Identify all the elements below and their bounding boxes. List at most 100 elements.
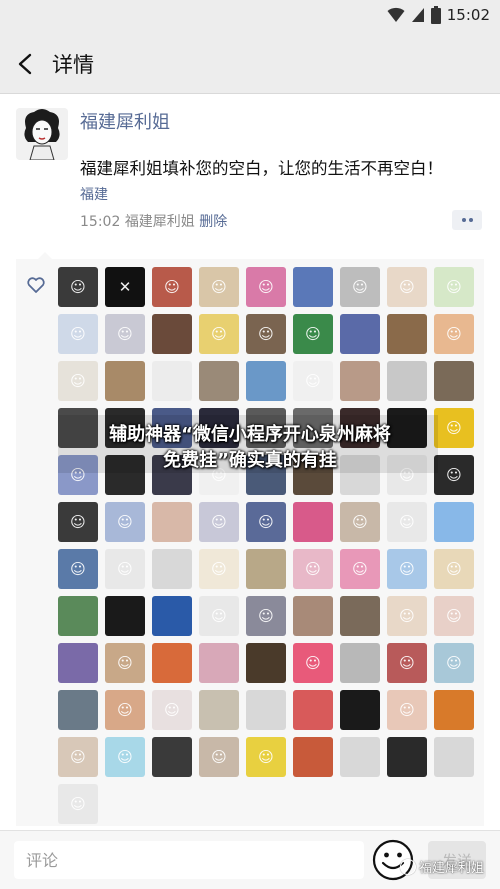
liker-avatar[interactable] bbox=[58, 643, 98, 683]
liker-avatar[interactable] bbox=[340, 737, 380, 777]
liker-avatar[interactable] bbox=[152, 737, 192, 777]
liker-avatar[interactable] bbox=[293, 596, 333, 636]
liker-avatar[interactable] bbox=[199, 361, 239, 401]
liker-avatar[interactable] bbox=[434, 361, 474, 401]
liker-avatar[interactable]: ☺ bbox=[293, 314, 333, 354]
liker-avatar[interactable]: ☺ bbox=[340, 502, 380, 542]
liker-avatar[interactable]: ☺ bbox=[105, 643, 145, 683]
liker-avatar[interactable]: ☺ bbox=[199, 267, 239, 307]
liker-avatar[interactable]: ☺ bbox=[434, 549, 474, 589]
avatar-image-icon: ☺ bbox=[211, 748, 227, 766]
liker-avatar[interactable]: ☺ bbox=[434, 643, 474, 683]
liker-avatar[interactable] bbox=[293, 502, 333, 542]
avatar-image-icon: ☺ bbox=[117, 560, 133, 578]
liker-avatar[interactable]: ☺ bbox=[246, 502, 286, 542]
liker-avatar[interactable]: ☺ bbox=[152, 690, 192, 730]
liker-avatar[interactable]: ☺ bbox=[58, 314, 98, 354]
author-avatar[interactable] bbox=[16, 108, 68, 160]
liker-avatar[interactable]: ☺ bbox=[105, 502, 145, 542]
liker-avatar[interactable]: ☺ bbox=[105, 737, 145, 777]
liker-avatar[interactable] bbox=[340, 690, 380, 730]
liker-avatar[interactable] bbox=[152, 314, 192, 354]
liker-avatar[interactable] bbox=[434, 737, 474, 777]
liker-avatar[interactable] bbox=[152, 596, 192, 636]
liker-avatar[interactable]: ☺ bbox=[152, 267, 192, 307]
liker-avatar[interactable] bbox=[340, 596, 380, 636]
liker-avatar[interactable] bbox=[387, 361, 427, 401]
liker-avatar[interactable] bbox=[246, 361, 286, 401]
liker-avatar[interactable]: ☺ bbox=[434, 267, 474, 307]
liker-avatar[interactable]: ☺ bbox=[293, 643, 333, 683]
liker-avatar[interactable]: ☺ bbox=[387, 267, 427, 307]
liker-avatar[interactable] bbox=[340, 643, 380, 683]
back-arrow-icon bbox=[18, 53, 32, 75]
liker-avatar[interactable]: ☺ bbox=[58, 784, 98, 824]
liker-avatar[interactable]: ☺ bbox=[199, 737, 239, 777]
liker-avatar[interactable] bbox=[58, 690, 98, 730]
liker-avatar[interactable] bbox=[246, 690, 286, 730]
author-name[interactable]: 福建犀利姐 bbox=[80, 108, 170, 134]
liker-avatar[interactable] bbox=[434, 690, 474, 730]
liker-avatar[interactable] bbox=[58, 596, 98, 636]
wifi-icon bbox=[387, 7, 405, 22]
liker-avatar[interactable] bbox=[199, 643, 239, 683]
liker-avatar[interactable]: ☺ bbox=[387, 549, 427, 589]
liker-avatar[interactable] bbox=[293, 737, 333, 777]
liker-avatar[interactable] bbox=[387, 737, 427, 777]
liker-avatar[interactable]: ☺ bbox=[387, 690, 427, 730]
liker-avatar[interactable]: ☺ bbox=[199, 549, 239, 589]
liker-avatar[interactable] bbox=[152, 643, 192, 683]
liker-avatar[interactable]: ☺ bbox=[293, 361, 333, 401]
liker-avatar[interactable]: ☺ bbox=[293, 549, 333, 589]
post-location[interactable]: 福建 bbox=[80, 184, 108, 204]
liker-avatar[interactable] bbox=[105, 596, 145, 636]
liker-avatar[interactable] bbox=[152, 361, 192, 401]
liker-avatar[interactable] bbox=[199, 690, 239, 730]
liker-avatar[interactable]: ☺ bbox=[58, 549, 98, 589]
liker-avatar[interactable]: ☺ bbox=[387, 596, 427, 636]
liker-avatar[interactable]: ☺ bbox=[105, 314, 145, 354]
liker-avatar[interactable]: ✕ bbox=[105, 267, 145, 307]
liker-avatar[interactable]: ☺ bbox=[58, 361, 98, 401]
liker-avatar[interactable]: ☺ bbox=[246, 596, 286, 636]
liker-avatar[interactable]: ☺ bbox=[387, 643, 427, 683]
liker-avatar[interactable]: ☺ bbox=[434, 596, 474, 636]
liker-avatar[interactable]: ☺ bbox=[105, 690, 145, 730]
liker-avatar[interactable]: ☺ bbox=[246, 737, 286, 777]
liker-avatar[interactable] bbox=[152, 502, 192, 542]
avatar-image-icon: ☺ bbox=[70, 795, 86, 813]
liker-avatar[interactable]: ☺ bbox=[387, 502, 427, 542]
liker-avatar[interactable]: ☺ bbox=[58, 267, 98, 307]
liker-avatar[interactable]: ☺ bbox=[340, 267, 380, 307]
back-button[interactable] bbox=[10, 48, 42, 80]
liker-avatar[interactable] bbox=[105, 361, 145, 401]
avatar-image-icon: ☺ bbox=[70, 325, 86, 343]
liker-avatar[interactable]: ☺ bbox=[340, 549, 380, 589]
liker-avatar[interactable]: ☺ bbox=[199, 596, 239, 636]
liker-avatar[interactable]: ☺ bbox=[199, 314, 239, 354]
avatar-image-icon: ☺ bbox=[446, 654, 462, 672]
avatar-image-icon: ☺ bbox=[258, 513, 274, 531]
avatar-image-icon: ☺ bbox=[305, 325, 321, 343]
liker-avatar[interactable] bbox=[246, 549, 286, 589]
more-options-button[interactable] bbox=[452, 210, 482, 230]
liker-avatar[interactable]: ☺ bbox=[58, 502, 98, 542]
liker-avatar[interactable]: ☺ bbox=[199, 502, 239, 542]
liker-avatar[interactable] bbox=[387, 314, 427, 354]
liker-avatar[interactable]: ☺ bbox=[434, 314, 474, 354]
liker-avatar[interactable] bbox=[293, 690, 333, 730]
liker-avatar[interactable] bbox=[340, 361, 380, 401]
liker-avatar[interactable]: ☺ bbox=[246, 314, 286, 354]
liker-avatar[interactable]: ☺ bbox=[105, 549, 145, 589]
avatar-image-icon: ☺ bbox=[211, 325, 227, 343]
delete-link[interactable]: 删除 bbox=[199, 214, 227, 230]
liker-avatar[interactable] bbox=[246, 643, 286, 683]
comment-input[interactable] bbox=[14, 841, 364, 879]
liker-avatar[interactable] bbox=[434, 502, 474, 542]
avatar-image-icon: ☺ bbox=[117, 654, 133, 672]
liker-avatar[interactable] bbox=[293, 267, 333, 307]
liker-avatar[interactable] bbox=[340, 314, 380, 354]
liker-avatar[interactable]: ☺ bbox=[246, 267, 286, 307]
liker-avatar[interactable] bbox=[152, 549, 192, 589]
liker-avatar[interactable]: ☺ bbox=[58, 737, 98, 777]
